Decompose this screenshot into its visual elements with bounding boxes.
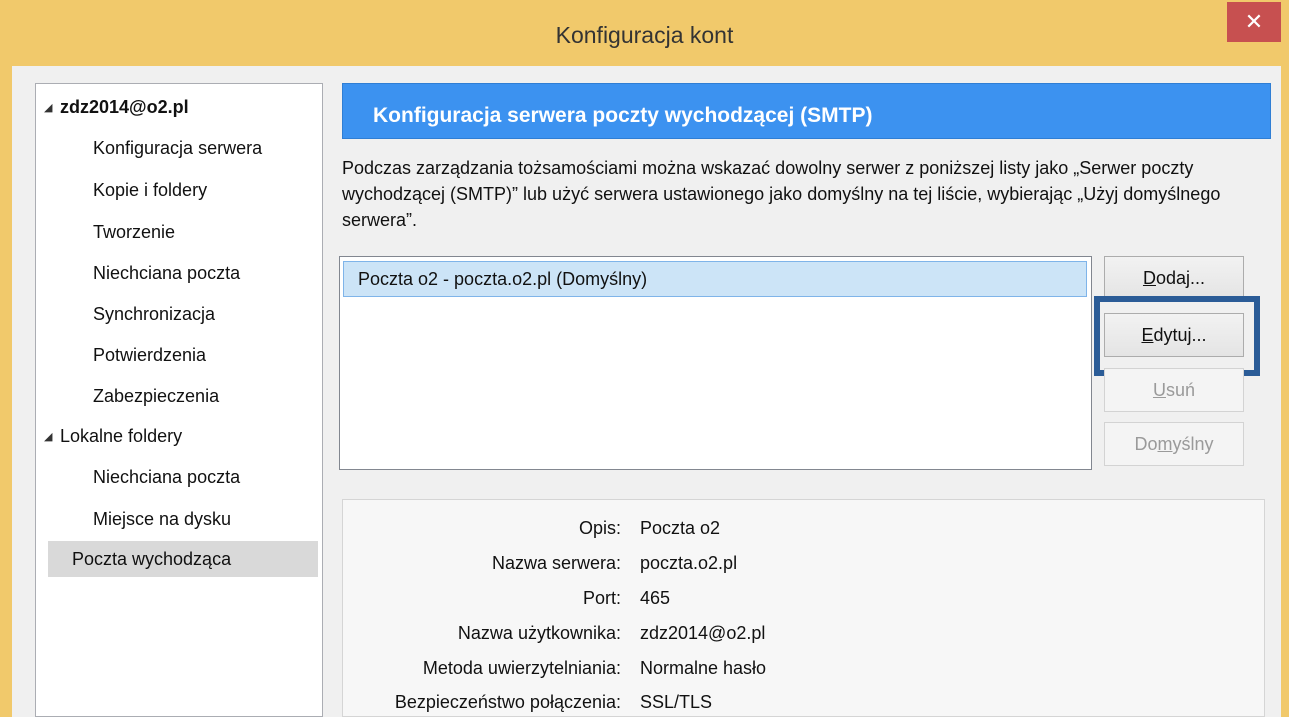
button-label-post: yślny: [1172, 434, 1214, 454]
smtp-server-list[interactable]: Poczta o2 - poczta.o2.pl (Domyślny): [339, 256, 1092, 470]
tree-item-security[interactable]: Zabezpieczenia: [93, 378, 219, 414]
set-default-button[interactable]: Domyślny: [1104, 422, 1244, 466]
tree-item-server-settings[interactable]: Konfiguracja serwera: [93, 130, 262, 166]
close-icon: ✕: [1244, 9, 1264, 34]
detail-value: Normalne hasło: [640, 658, 767, 678]
tree-item-label: zdz2014@o2.pl: [60, 97, 189, 117]
edit-button[interactable]: Edytuj...: [1104, 313, 1244, 357]
detail-row-auth: Metoda uwierzytelniania: Normalne hasło: [343, 650, 1243, 686]
detail-row-port: Port: 465: [343, 580, 1243, 616]
account-settings-window: Konfiguracja kont ✕ ◢ zdz2014@o2.pl Konfi…: [0, 0, 1289, 717]
tree-item-disk-space[interactable]: Miejsce na dysku: [93, 501, 231, 537]
tree-item-receipts[interactable]: Potwierdzenia: [93, 337, 206, 373]
list-item[interactable]: Poczta o2 - poczta.o2.pl (Domyślny): [343, 261, 1087, 297]
detail-row-username: Nazwa użytkownika: zdz2014@o2.pl: [343, 615, 1243, 651]
detail-label: Port:: [582, 588, 621, 608]
detail-label: Bezpieczeństwo połączenia:: [394, 692, 621, 712]
detail-value: 465: [640, 588, 671, 608]
tree-item-account[interactable]: ◢ zdz2014@o2.pl: [44, 89, 189, 125]
detail-value: poczta.o2.pl: [640, 553, 738, 573]
tree-item-local-folders[interactable]: ◢ Lokalne foldery: [44, 418, 182, 454]
tree-item-outgoing-server[interactable]: Poczta wychodząca: [48, 541, 318, 577]
detail-value: SSL/TLS: [640, 692, 713, 712]
detail-label: Nazwa serwera:: [491, 553, 621, 573]
window-title: Konfiguracja kont: [555, 22, 734, 48]
detail-label: Metoda uwierzytelniania:: [422, 658, 621, 678]
detail-label: Nazwa użytkownika:: [457, 623, 621, 643]
button-label-post: suń: [1165, 380, 1196, 400]
panel-title: Konfiguracja serwera poczty wychodzącej …: [342, 83, 1271, 139]
tree-item-local-junk[interactable]: Niechciana poczta: [93, 459, 240, 495]
tree-item-composition[interactable]: Tworzenie: [93, 214, 175, 250]
expand-icon[interactable]: ◢: [44, 419, 60, 455]
access-key: D: [1142, 268, 1156, 288]
detail-row-description: Opis: Poczta o2: [343, 510, 1243, 546]
add-button[interactable]: Dodaj...: [1104, 256, 1244, 300]
server-details: Opis: Poczta o2 Nazwa serwera: poczta.o2…: [342, 499, 1265, 717]
panel-description: Podczas zarządzania tożsamościami można …: [342, 158, 1221, 230]
tree-item-label: Lokalne foldery: [60, 426, 183, 446]
detail-row-server: Nazwa serwera: poczta.o2.pl: [343, 545, 1243, 581]
button-label-pre: Do: [1134, 434, 1158, 454]
remove-button[interactable]: Usuń: [1104, 368, 1244, 412]
access-key: U: [1152, 380, 1166, 400]
access-key: E: [1141, 325, 1154, 345]
detail-value: Poczta o2: [640, 518, 721, 538]
detail-value: zdz2014@o2.pl: [640, 623, 766, 643]
access-key: m: [1157, 434, 1173, 454]
tree-item-junk[interactable]: Niechciana poczta: [93, 255, 240, 291]
account-tree[interactable]: ◢ zdz2014@o2.pl Konfiguracja serwera Kopi…: [35, 83, 323, 717]
button-label-post: odaj...: [1155, 268, 1206, 288]
expand-icon[interactable]: ◢: [44, 90, 60, 126]
title-bar[interactable]: Konfiguracja kont ✕: [0, 0, 1289, 66]
tree-item-copies-folders[interactable]: Kopie i foldery: [93, 172, 207, 208]
button-label-post: dytuj...: [1153, 325, 1207, 345]
detail-row-security: Bezpieczeństwo połączenia: SSL/TLS: [343, 684, 1243, 717]
detail-label: Opis:: [578, 518, 621, 538]
close-button[interactable]: ✕: [1227, 2, 1281, 42]
tree-item-sync[interactable]: Synchronizacja: [93, 296, 215, 332]
